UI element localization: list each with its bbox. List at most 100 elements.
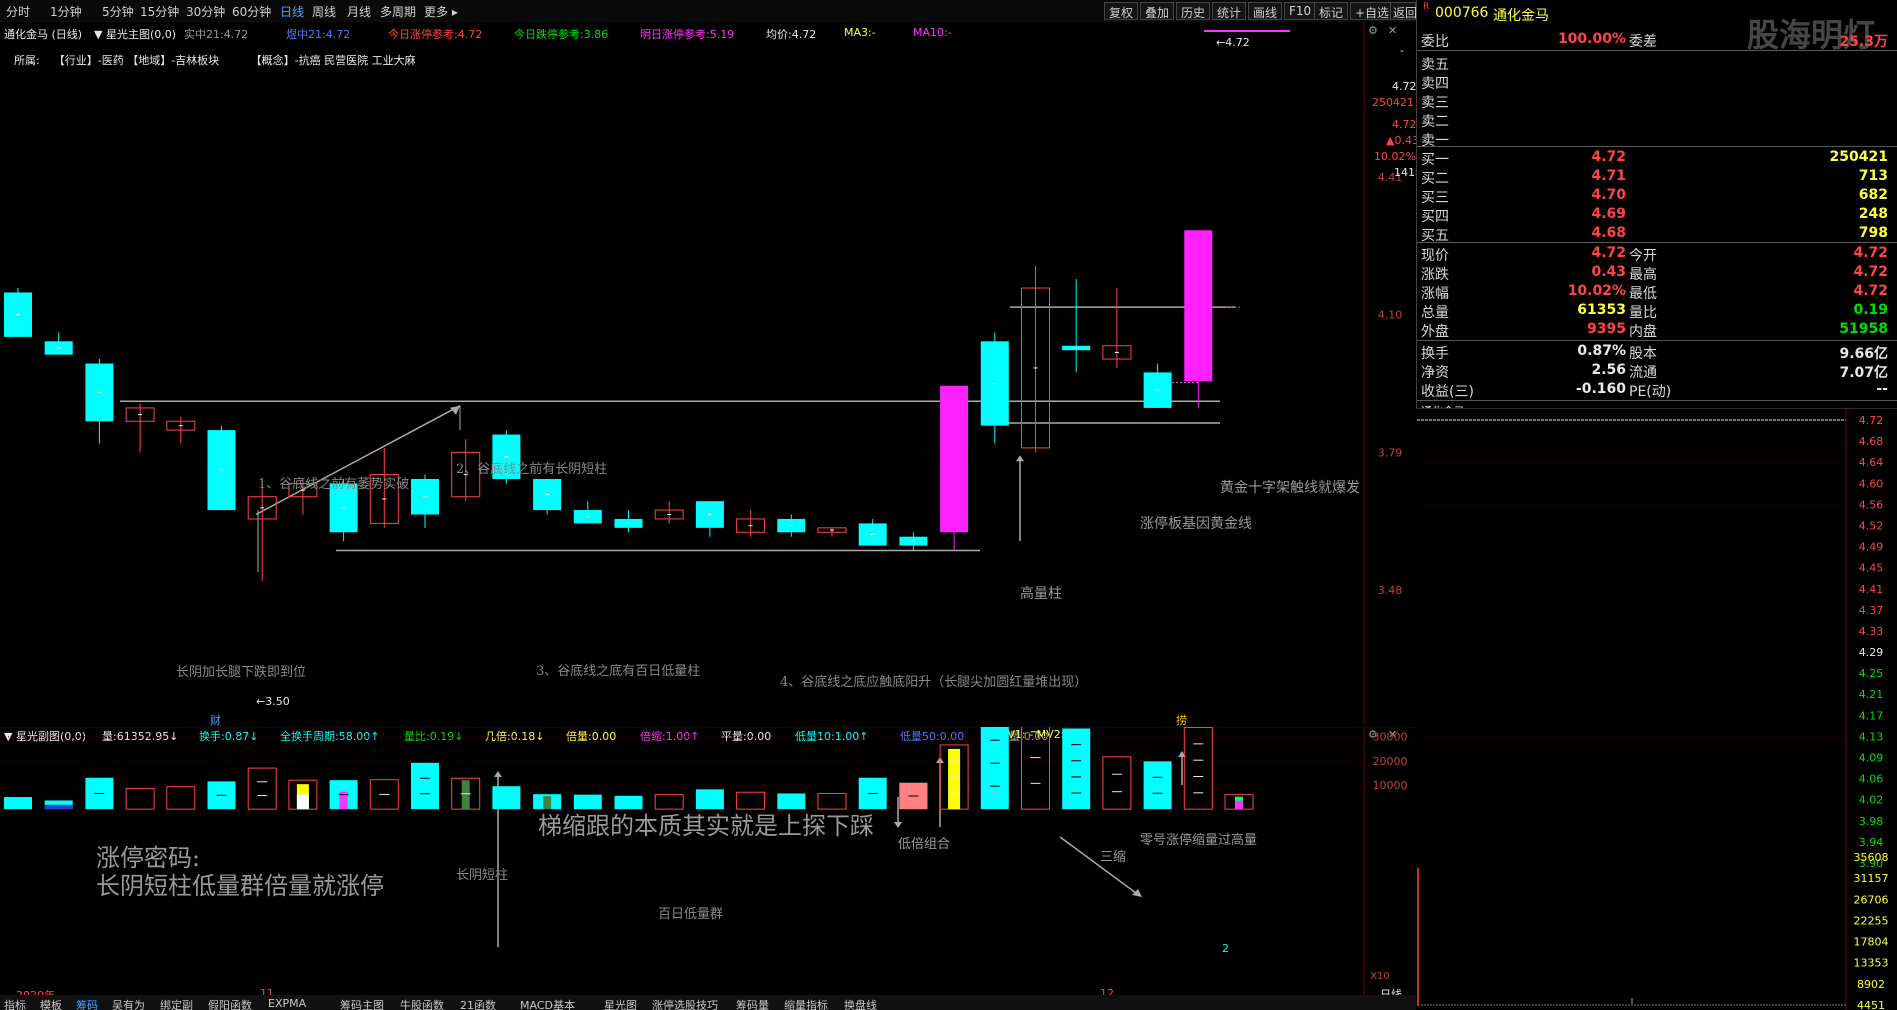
- volume-tick-label: 20000: [1373, 755, 1408, 768]
- indicator-tab-14[interactable]: 缩量指标: [784, 997, 828, 1010]
- stats-button[interactable]: 统计: [1212, 2, 1247, 20]
- tab-15min[interactable]: 15分钟: [140, 3, 179, 20]
- event-marker[interactable]: 捞: [1176, 712, 1187, 728]
- price-side-v4: ▲0.43: [1386, 134, 1419, 147]
- tab-more[interactable]: 更多 ▸: [424, 3, 458, 20]
- volume-bar: [247, 767, 277, 810]
- indicator-tab-4[interactable]: 绑定副: [160, 997, 193, 1010]
- ask-label: 卖一: [1421, 133, 1449, 149]
- sub-annotation-main: 梯缩跟的本质其实就是上探下踩: [538, 812, 874, 840]
- price-tick-label: 4.10: [1378, 309, 1403, 322]
- app-window: 分时 1分钟 5分钟 15分钟 30分钟 60分钟 日线 周线 月线 多周期 更…: [0, 0, 1897, 1010]
- volume-inner-fill: [948, 748, 961, 810]
- mark-button[interactable]: 标记: [1314, 2, 1349, 20]
- mini-price-tick: 4.56: [1859, 498, 1884, 511]
- volume-inner-fill: [44, 804, 73, 810]
- arrow-sansuo-head: [1132, 889, 1142, 897]
- quote-row-1: 涨跌 0.43 最高 4.72: [1417, 263, 1897, 283]
- indicator-tab-12[interactable]: 涨停选股技巧: [652, 997, 718, 1010]
- weibi-row: 委比 100.00% 委差 25.3万: [1417, 30, 1897, 50]
- indicator-tab-2[interactable]: 筹码: [76, 997, 98, 1010]
- bid-row-5[interactable]: 买五 4.68 798: [1417, 224, 1897, 244]
- mini-volume-tick: 13353: [1854, 957, 1889, 970]
- tab-multi-period[interactable]: 多周期: [380, 3, 416, 20]
- bid-row-2[interactable]: 买二 4.71 713: [1417, 167, 1897, 187]
- indicator-tab-3[interactable]: 吴有为: [112, 997, 145, 1010]
- fuquan-button[interactable]: 复权: [1104, 2, 1139, 20]
- stat-value-2: 7.07亿: [1839, 365, 1888, 381]
- tab-daily[interactable]: 日线: [280, 3, 304, 20]
- indicator-tab-15[interactable]: 换盘线: [844, 997, 877, 1010]
- volume-bars: [4, 727, 1254, 810]
- indicator-tab-10[interactable]: MACD基本: [520, 997, 575, 1010]
- tab-weekly[interactable]: 周线: [312, 3, 336, 20]
- bid-row-1[interactable]: 买一 4.72 250421: [1417, 148, 1897, 168]
- mini-volume-tick: 26706: [1854, 893, 1889, 906]
- stat-row-2: 收益(三) -0.160 PE(动) --: [1417, 380, 1897, 400]
- quote-value-2: 51958: [1839, 321, 1888, 337]
- weibi-label: 委比: [1421, 34, 1449, 50]
- price-chart[interactable]: 4.414.103.793.48: [0, 22, 1416, 725]
- price-pin: ←4.72: [1216, 36, 1250, 49]
- volume-inner-fill: [1235, 796, 1243, 801]
- draw-button[interactable]: 画线: [1248, 2, 1283, 20]
- bid-row-4[interactable]: 买四 4.69 248: [1417, 205, 1897, 225]
- mini-price-tick: 4.49: [1859, 541, 1884, 554]
- indicator-tab-13[interactable]: 筹码量: [736, 997, 769, 1010]
- sub-annotation-bairi: 百日低量群: [658, 907, 724, 922]
- tab-5min[interactable]: 5分钟: [102, 3, 134, 20]
- mini-price-tick: 4.13: [1859, 730, 1884, 743]
- indicator-tab-7[interactable]: 筹码主图: [340, 997, 384, 1010]
- volume-bar: [125, 788, 155, 810]
- tab-monthly[interactable]: 月线: [347, 3, 371, 20]
- volume-bar: [166, 786, 196, 810]
- tab-30min[interactable]: 30分钟: [186, 3, 225, 20]
- price-side-v6: 141: [1394, 166, 1415, 179]
- stat-value-2: --: [1876, 381, 1888, 397]
- stat-label: 收益(三): [1421, 384, 1474, 400]
- tab-1min[interactable]: 1分钟: [50, 3, 82, 20]
- mini-volume-tick: 17804: [1854, 936, 1889, 949]
- mini-price-tick: 4.68: [1859, 435, 1884, 448]
- ask-label: 卖五: [1421, 57, 1449, 73]
- bid-row-3[interactable]: 买三 4.70 682: [1417, 186, 1897, 206]
- history-button[interactable]: 历史: [1176, 2, 1211, 20]
- tab-60min[interactable]: 60分钟: [232, 3, 271, 20]
- price-tick-label: 3.48: [1378, 584, 1403, 597]
- volume-tick-label: 30000: [1373, 731, 1408, 744]
- mini-price-tick: 3.98: [1859, 815, 1884, 828]
- volume-bar: [1143, 761, 1172, 810]
- mini-price-tick: 4.41: [1859, 583, 1884, 596]
- indicator-tab-8[interactable]: 牛股函数: [400, 997, 444, 1010]
- candle-body: [1184, 230, 1213, 382]
- price-side-v1: 4.72: [1392, 80, 1417, 93]
- finance-marker[interactable]: 财: [210, 712, 221, 728]
- mini-volume-tick: 8902: [1857, 978, 1885, 991]
- indicator-tab-5[interactable]: 假阳函数: [208, 997, 252, 1010]
- indicator-tab-1[interactable]: 模板: [40, 997, 62, 1010]
- back-button[interactable]: 返回: [1390, 2, 1417, 20]
- bid-price: 4.68: [1591, 225, 1626, 241]
- mini-price-tick: 4.09: [1859, 752, 1884, 765]
- volume-chart[interactable]: 8000070000600005000040000300002000010000…: [0, 727, 1416, 995]
- mini-volume-tick: 31157: [1854, 872, 1889, 885]
- bid-price: 4.69: [1591, 206, 1626, 222]
- indicator-tab-9[interactable]: 21函数: [460, 997, 496, 1010]
- indicator-tab-6[interactable]: EXPMA: [268, 997, 306, 1010]
- quote-value-2: 0.19: [1853, 302, 1888, 318]
- indicator-tab-0[interactable]: 指标: [4, 997, 26, 1010]
- indicator-tab-11[interactable]: 星光图: [604, 997, 637, 1010]
- add-watchlist-button[interactable]: +自选: [1350, 2, 1395, 20]
- quote-value-2: 4.72: [1853, 283, 1888, 299]
- intraday-mini-chart[interactable]: 4.72 4.68 4.64 4.60 4.56 4.52 4.49 4.45 4.41 4.37…: [1416, 408, 1897, 1010]
- overlay-button[interactable]: 叠加: [1140, 2, 1175, 20]
- quote-label-2: 最低: [1629, 286, 1657, 302]
- quote-value: 4.72: [1591, 245, 1626, 261]
- quote-value: 61353: [1577, 302, 1626, 318]
- quote-row-0: 现价 4.72 今开 4.72: [1417, 244, 1897, 264]
- bid-volume: 713: [1858, 168, 1888, 184]
- tab-fenshi[interactable]: 分时: [6, 3, 30, 20]
- candles: [4, 230, 1213, 582]
- stat-label: 净资: [1421, 365, 1449, 381]
- f10-button[interactable]: F10: [1284, 2, 1317, 20]
